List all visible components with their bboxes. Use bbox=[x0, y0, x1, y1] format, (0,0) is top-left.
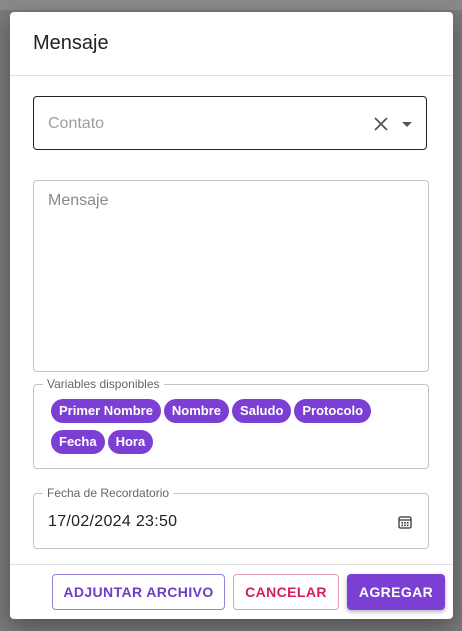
chip-primer-nombre[interactable]: Primer Nombre bbox=[51, 399, 161, 423]
message-placeholder: Mensaje bbox=[48, 192, 109, 209]
message-dialog: Mensaje Contato Mensaje Variables dispon… bbox=[10, 12, 453, 619]
chip-hora[interactable]: Hora bbox=[107, 430, 154, 454]
variables-box: Variables disponibles Primer Nombre Nombr… bbox=[33, 377, 429, 469]
attach-file-button[interactable]: ADJUNTAR ARCHIVO bbox=[52, 574, 225, 610]
message-textarea[interactable]: Mensaje bbox=[33, 180, 429, 372]
arrow-drop-down-icon[interactable] bbox=[400, 119, 414, 129]
dialog-title: Mensaje bbox=[33, 32, 109, 54]
add-button[interactable]: AGREGAR bbox=[347, 574, 445, 610]
cancel-button[interactable]: CANCELAR bbox=[233, 574, 339, 610]
chip-nombre[interactable]: Nombre bbox=[163, 399, 230, 423]
footer-divider bbox=[10, 564, 453, 565]
variable-chips: Primer Nombre Nombre Saludo Protocolo Fecha H… bbox=[51, 399, 411, 461]
title-divider bbox=[10, 75, 453, 76]
chip-saludo[interactable]: Saludo bbox=[232, 399, 292, 423]
calendar-icon[interactable] bbox=[398, 515, 412, 529]
reminder-date-field[interactable]: Fecha de Recordatorio 17/02/2024 23:50 bbox=[33, 486, 429, 549]
contact-placeholder: Contato bbox=[48, 115, 105, 132]
chip-fecha[interactable]: Fecha bbox=[51, 430, 105, 454]
modal-backdrop[interactable] bbox=[0, 0, 462, 10]
contact-select[interactable]: Contato bbox=[33, 96, 427, 150]
reminder-date-value: 17/02/2024 23:50 bbox=[48, 513, 178, 530]
variables-legend: Variables disponibles bbox=[43, 377, 164, 391]
reminder-legend: Fecha de Recordatorio bbox=[43, 486, 174, 500]
chip-protocolo[interactable]: Protocolo bbox=[294, 399, 372, 423]
close-icon[interactable] bbox=[372, 115, 390, 133]
